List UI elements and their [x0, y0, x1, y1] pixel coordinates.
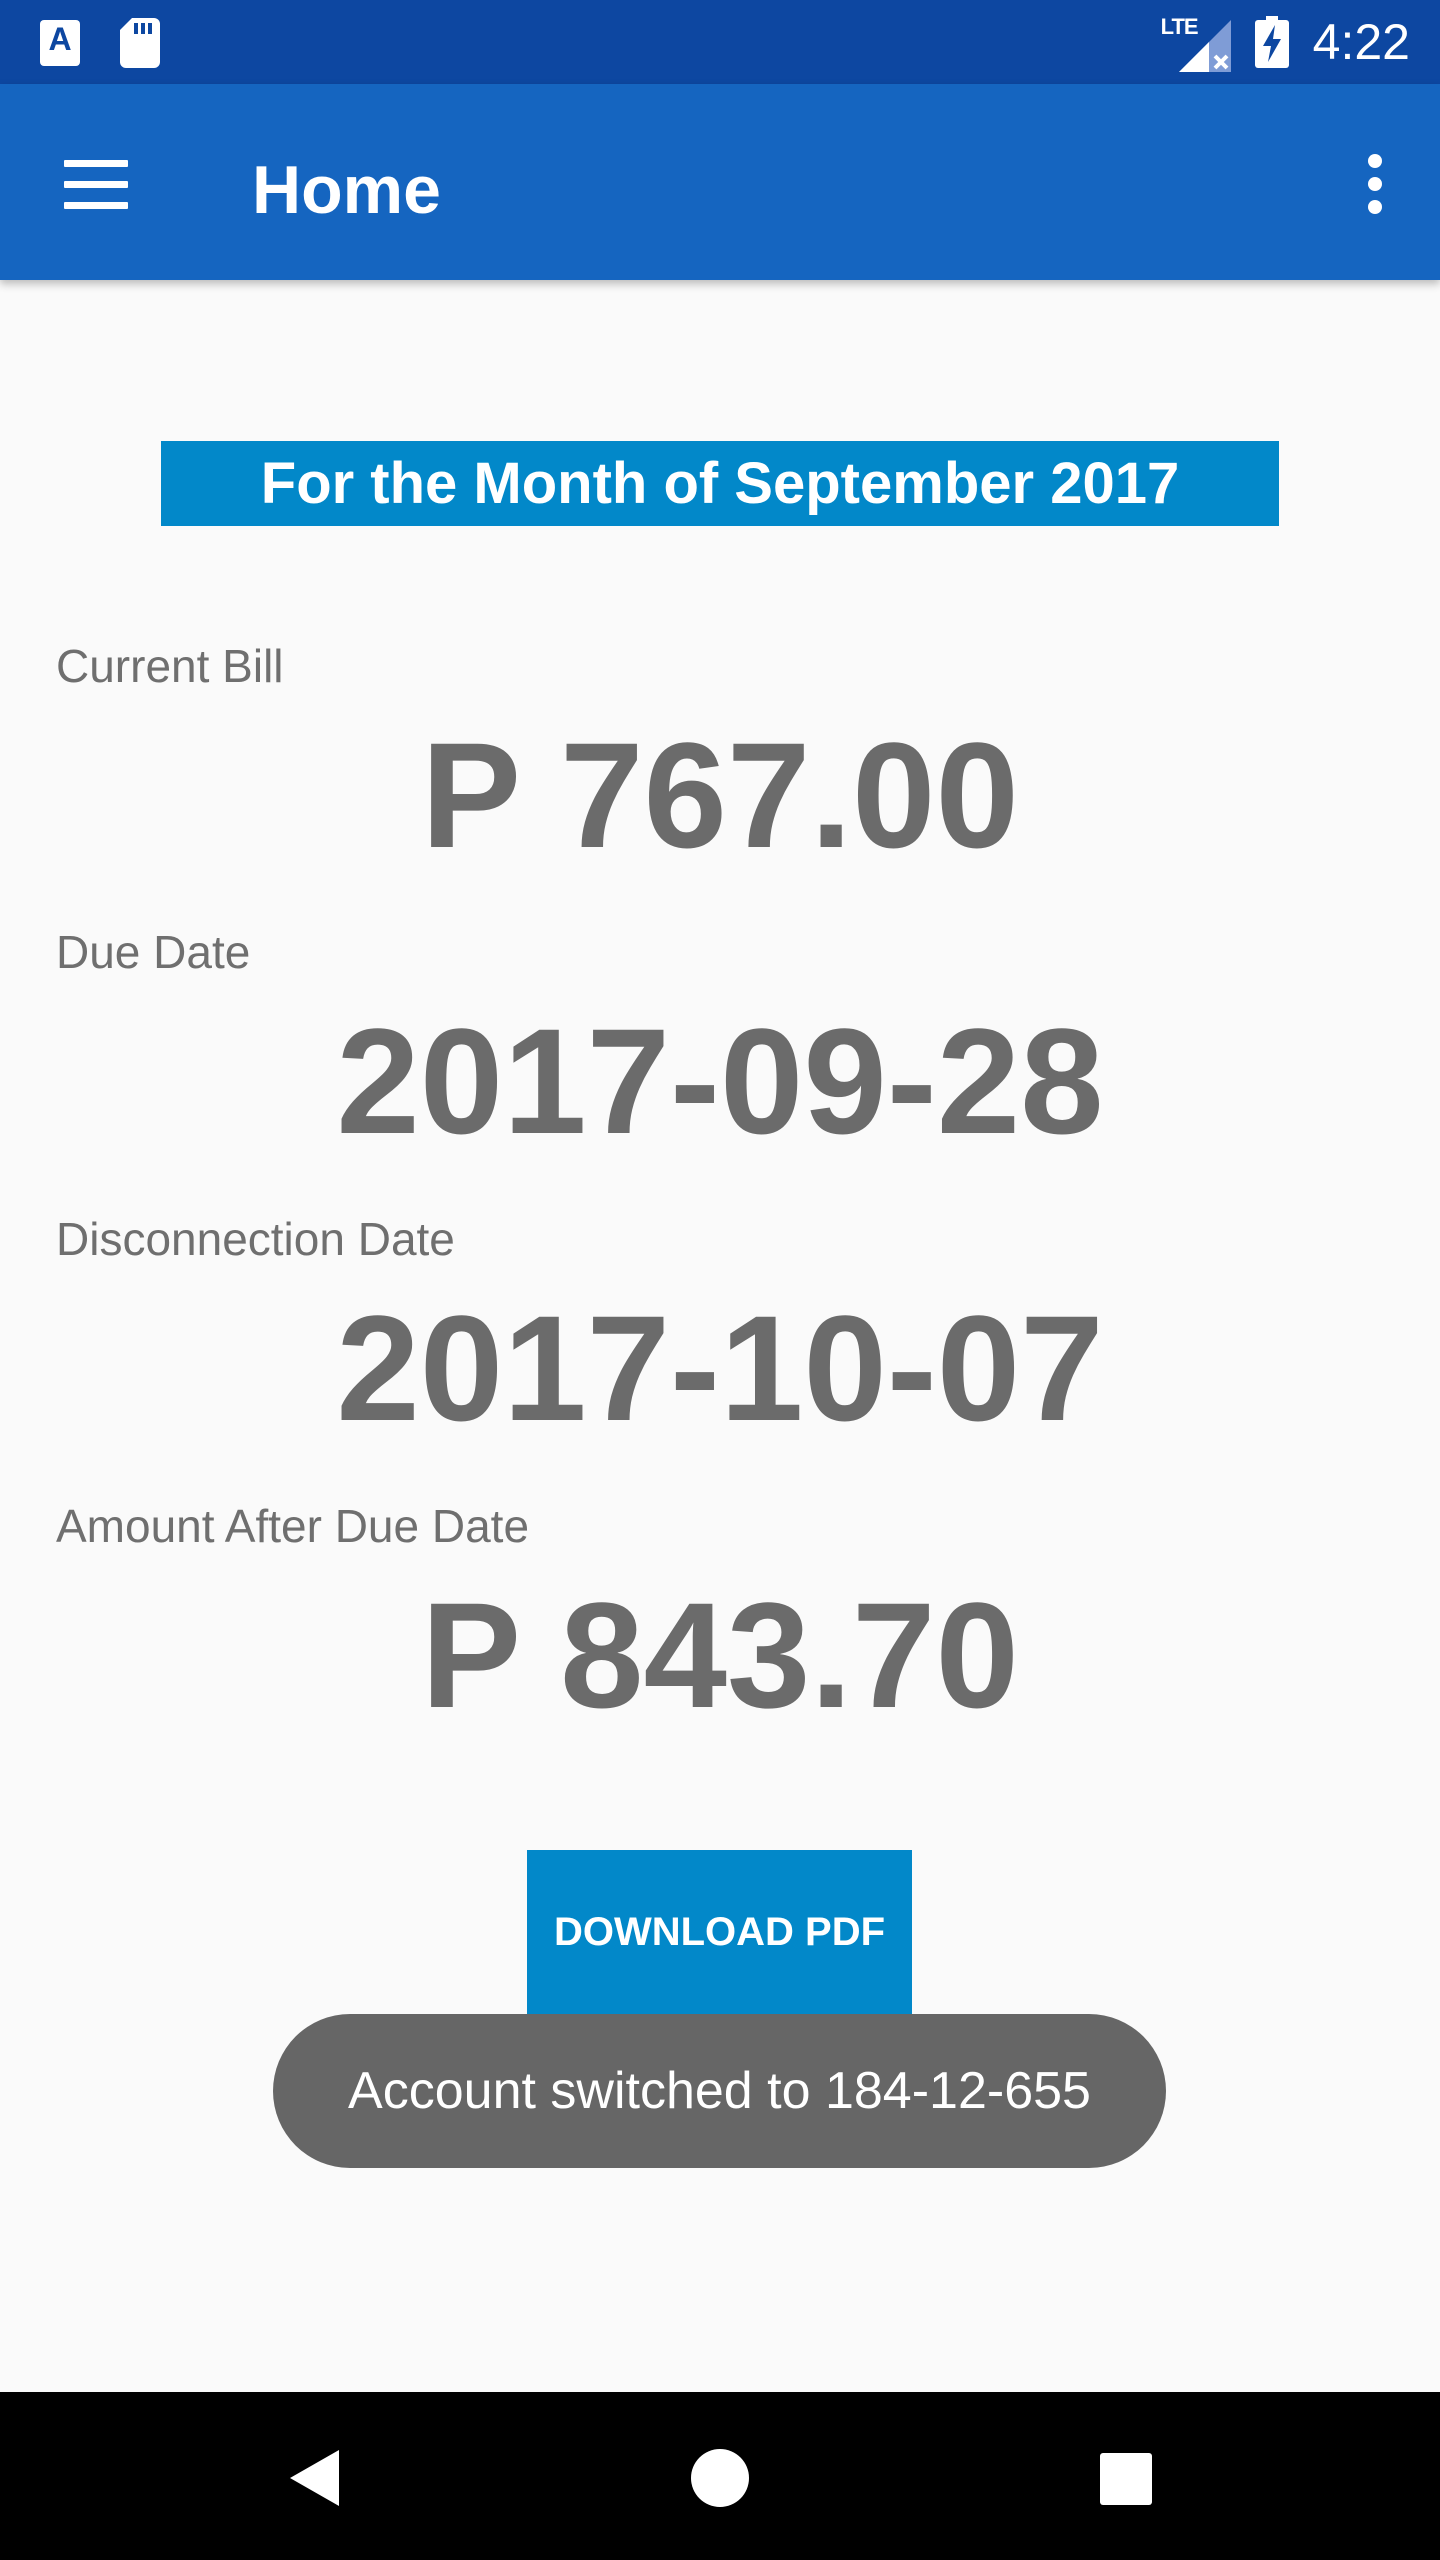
status-right-icons: LTE 4:22 [1161, 10, 1410, 74]
battery-charging-icon [1254, 16, 1289, 68]
current-bill-label: Current Bill [56, 640, 284, 692]
amount-after-due-label: Amount After Due Date [56, 1500, 530, 1552]
system-nav-bar [0, 2392, 1440, 2560]
recents-icon[interactable] [1075, 2428, 1175, 2528]
disconnection-date-label: Disconnection Date [56, 1213, 455, 1265]
due-date-label: Due Date [56, 926, 251, 978]
status-bar: A LTE 4:22 [0, 0, 1440, 84]
accessibility-a-icon: A [40, 20, 80, 66]
disconnection-date-value: 2017-10-07 [336, 1284, 1104, 1452]
sd-card-icon [120, 18, 160, 68]
page-title: Home [252, 152, 441, 228]
back-icon[interactable] [265, 2428, 365, 2528]
app-bar: Home [0, 84, 1440, 280]
month-banner: For the Month of September 2017 [161, 441, 1279, 526]
home-icon[interactable] [670, 2428, 770, 2528]
current-bill-value: P 767.00 [421, 711, 1019, 879]
status-left-icons: A [40, 18, 160, 68]
status-clock: 4:22 [1312, 14, 1410, 70]
due-date-value: 2017-09-28 [336, 997, 1104, 1165]
download-pdf-button[interactable]: DOWNLOAD PDF [527, 1850, 912, 2014]
toast-message: Account switched to 184-12-655 [273, 2014, 1166, 2168]
hamburger-menu-icon[interactable] [52, 144, 142, 224]
lte-signal-icon: LTE [1161, 12, 1231, 72]
more-vert-icon[interactable] [1350, 144, 1400, 224]
amount-after-due-value: P 843.70 [421, 1571, 1019, 1739]
